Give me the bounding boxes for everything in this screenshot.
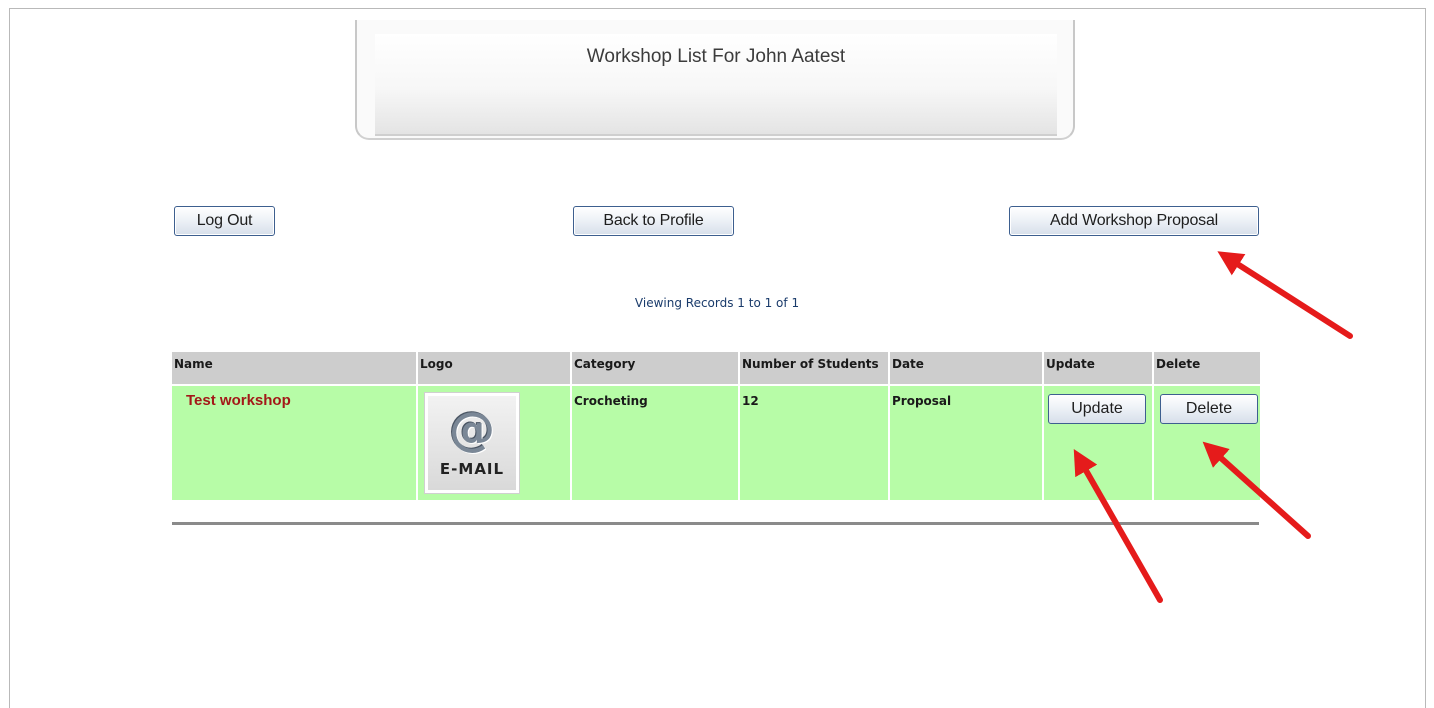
annotation-arrows: [1073, 251, 1353, 603]
arrow-to-delete: [1202, 441, 1311, 539]
arrow-to-add-proposal: [1217, 251, 1353, 339]
arrow-to-update: [1073, 449, 1163, 603]
